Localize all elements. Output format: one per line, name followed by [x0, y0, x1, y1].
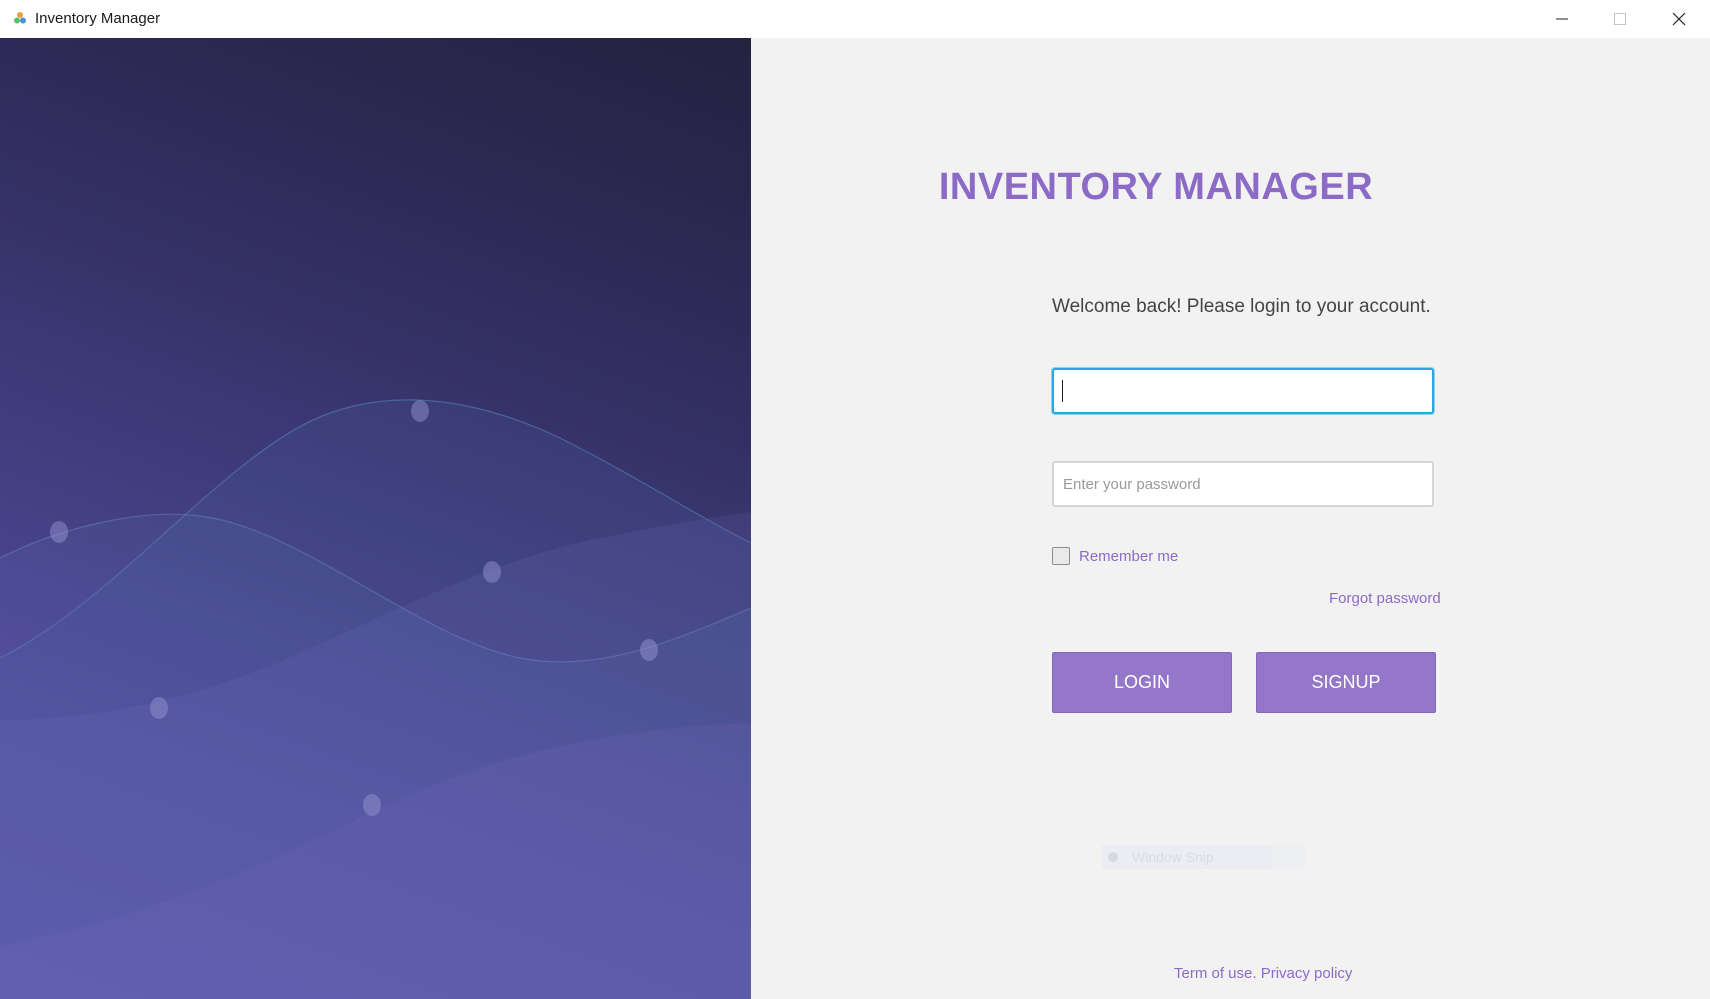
app-heading: INVENTORY MANAGER	[938, 166, 1374, 208]
welcome-text: Welcome back! Please login to your accou…	[1052, 296, 1431, 317]
window-title: Inventory Manager	[35, 10, 161, 27]
maximize-icon	[1614, 13, 1626, 25]
window-snip-overlay: Window Snip	[1102, 845, 1305, 869]
close-button[interactable]	[1650, 0, 1708, 38]
signup-button[interactable]: SIGNUP	[1256, 652, 1436, 713]
remember-me-label: Remember me	[1079, 547, 1179, 565]
forgot-password-link[interactable]: Forgot password	[1329, 590, 1441, 607]
title-bar: Inventory Manager	[0, 0, 1710, 39]
minimize-icon	[1556, 18, 1568, 20]
text-caret	[1062, 380, 1063, 402]
maximize-button[interactable]	[1591, 0, 1649, 38]
footer-links: Term of use. Privacy policy	[1174, 965, 1352, 982]
login-button[interactable]: LOGIN	[1052, 652, 1232, 713]
snip-icon	[1108, 852, 1118, 862]
app-window: Inventory Manager INVENTORY MANAGER Welc…	[0, 0, 1710, 999]
username-input[interactable]	[1052, 368, 1434, 414]
privacy-policy-link[interactable]: Privacy policy	[1261, 965, 1353, 982]
minimize-button[interactable]	[1533, 0, 1591, 38]
app-logo-icon	[14, 12, 26, 24]
checkbox-box[interactable]	[1052, 547, 1070, 565]
remember-me-checkbox[interactable]: Remember me	[1052, 547, 1178, 565]
login-panel: INVENTORY MANAGER Welcome back! Please l…	[751, 38, 1710, 999]
password-input[interactable]	[1052, 461, 1434, 507]
terms-of-use-link[interactable]: Term of use.	[1174, 965, 1257, 982]
snip-label: Window Snip	[1132, 849, 1214, 865]
close-icon	[1672, 12, 1686, 26]
